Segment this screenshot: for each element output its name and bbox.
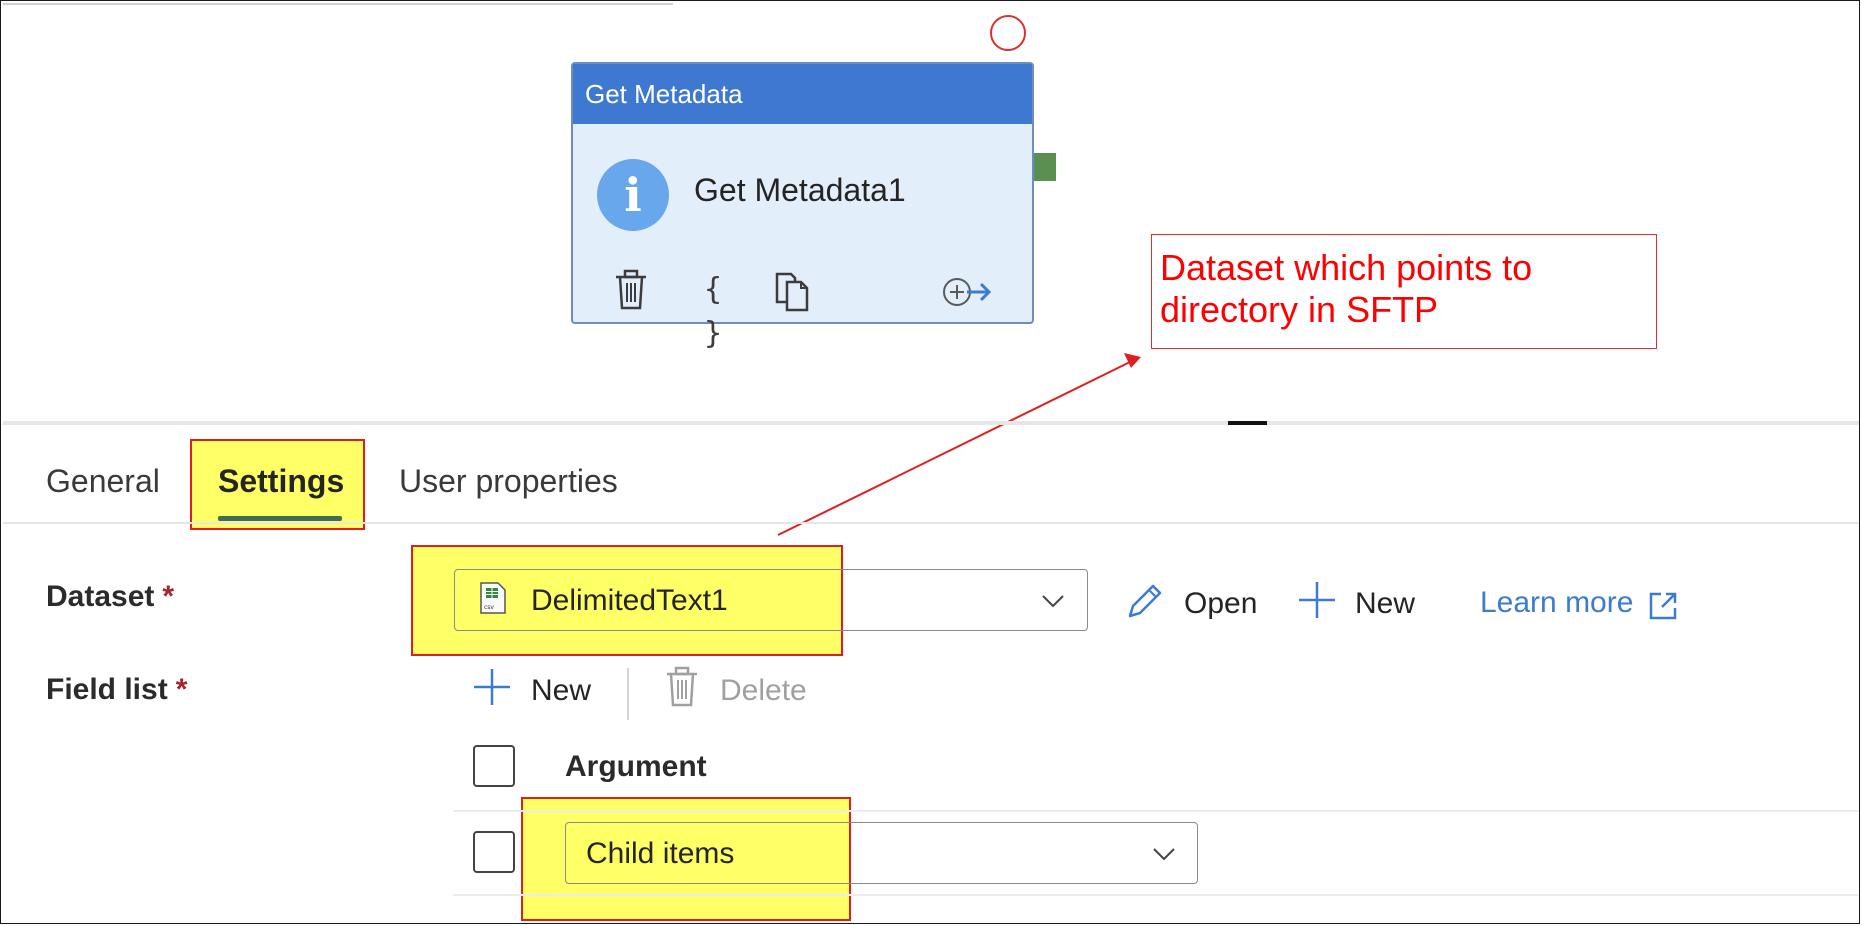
svg-text:csv: csv [484, 604, 494, 611]
delete-icon[interactable] [664, 665, 700, 709]
table-row-divider [453, 894, 1859, 896]
field-delete-button[interactable]: Delete [720, 674, 807, 708]
active-tab-indicator [218, 516, 342, 521]
required-asterisk: * [162, 580, 175, 613]
learn-more-link[interactable]: Learn more [1480, 586, 1633, 620]
row-checkbox[interactable] [473, 831, 515, 873]
dataset-select[interactable]: csv DelimitedText1 [454, 569, 1088, 631]
chevron-down-icon [1153, 848, 1175, 861]
pane-divider [3, 421, 1859, 425]
external-link-icon[interactable] [1648, 591, 1678, 621]
dataset-label: Dataset * [46, 580, 175, 613]
table-row-divider [453, 810, 1859, 812]
argument-select[interactable]: Child items [565, 822, 1198, 884]
chevron-down-icon [1042, 595, 1064, 608]
field-new-button[interactable]: New [531, 674, 591, 708]
plus-icon[interactable] [472, 667, 512, 707]
tab-settings[interactable]: Settings [218, 463, 344, 500]
field-list-label: Field list * [46, 673, 188, 706]
tab-strip-divider [3, 522, 1859, 524]
plus-icon[interactable] [1297, 580, 1337, 620]
argument-column-header: Argument [565, 750, 707, 783]
argument-value: Child items [586, 837, 735, 870]
tab-general[interactable]: General [46, 463, 160, 500]
dataset-new-button[interactable]: New [1355, 587, 1415, 621]
dataset-value: DelimitedText1 [531, 584, 728, 617]
dataset-open-button[interactable]: Open [1184, 587, 1257, 621]
pencil-icon[interactable] [1124, 582, 1164, 622]
required-asterisk: * [175, 673, 188, 706]
resize-handle[interactable] [1228, 421, 1267, 425]
tab-user-properties[interactable]: User properties [399, 463, 618, 500]
csv-file-icon: csv [480, 582, 506, 614]
select-all-checkbox[interactable] [473, 745, 515, 787]
toolbar-separator [627, 668, 629, 720]
